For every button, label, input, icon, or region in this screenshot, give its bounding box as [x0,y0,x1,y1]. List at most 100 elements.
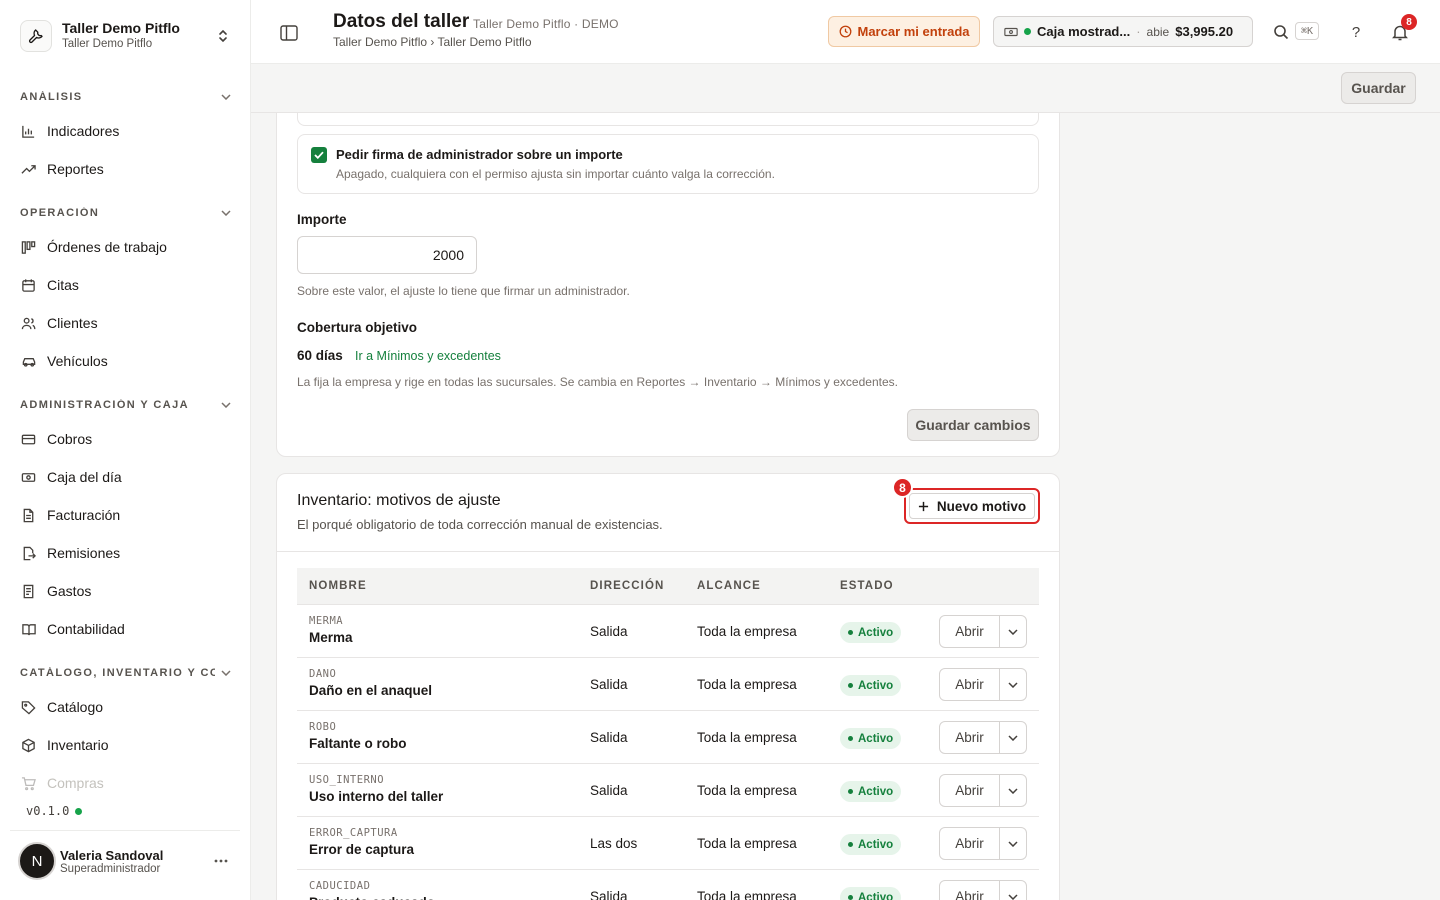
reason-direction: Salida [590,783,628,798]
reason-direction: Salida [590,624,628,639]
sidebar-item-gastos[interactable]: Gastos [10,574,241,608]
reason-code: ERROR_CAPTURA [309,827,398,839]
sidebar-item-remisiones[interactable]: Remisiones [10,536,241,570]
clock-icon [839,25,851,38]
sidebar-item-ordenes[interactable]: Órdenes de trabajo [10,230,241,264]
sidebar-item-citas[interactable]: Citas [10,268,241,302]
sidebar-item-label: Compras [47,775,104,791]
section-administracion[interactable]: ADMINISTRACIÓN Y CAJA [10,390,241,420]
save-button[interactable]: Guardar [1341,72,1416,104]
sidebar-item-caja[interactable]: Caja del día [10,460,241,494]
open-split-button: Abrir [939,774,1027,807]
sidebar-item-contabilidad[interactable]: Contabilidad [10,612,241,646]
notification-badge: 8 [1401,14,1417,30]
open-button[interactable]: Abrir [940,616,1000,647]
open-button[interactable]: Abrir [940,722,1000,753]
sidebar-item-clientes[interactable]: Clientes [10,306,241,340]
page-title: Datos del taller [333,11,470,32]
save-changes-button[interactable]: Guardar cambios [907,409,1039,441]
sidebar-item-label: Citas [47,277,79,293]
section-label: ANÁLISIS [20,91,83,103]
page-subtitle: Taller Demo Pitflo · DEMO [473,17,619,31]
reason-scope: Toda la empresa [697,836,797,851]
table-row[interactable]: ERROR_CAPTURA Error de captura Las dos Toda… [297,817,1039,870]
cash-icon [1004,27,1018,36]
adjustment-reasons-card: Inventario: motivos de ajuste El porqué … [276,473,1060,900]
sidebar-item-label: Remisiones [47,545,121,561]
minimos-link[interactable]: Ir a Mínimos y excedentes [355,349,501,363]
cash-register-button[interactable]: Caja mostrad... · abie $3,995.20 [993,16,1253,47]
open-button[interactable]: Abrir [940,828,1000,859]
column-header-estado: ESTADO [840,580,894,592]
sidebar-item-inventario[interactable]: Inventario [10,728,241,762]
reason-direction: Salida [590,730,628,745]
sidebar-item-vehiculos[interactable]: Vehículos [10,344,241,378]
section-analisis[interactable]: ANÁLISIS [10,82,241,112]
reason-name: Faltante o robo [309,736,407,751]
sidebar-toggle-icon[interactable] [278,22,300,44]
clock-in-button[interactable]: Marcar mi entrada [828,16,980,47]
status-dot [1024,28,1031,35]
card-description: El porqué obligatorio de toda corrección… [297,517,663,532]
sidebar-item-label: Gastos [47,583,92,599]
sidebar-item-catalogo[interactable]: Catálogo [10,690,241,724]
chevron-down-icon[interactable] [1000,722,1026,753]
table-row[interactable]: USO_INTERNO Uso interno del taller Salida T… [297,764,1039,817]
user-menu[interactable]: N Valeria Sandoval Superadministrador [10,838,241,884]
chevron-down-icon[interactable] [1000,669,1026,700]
chevron-down-icon [221,210,231,216]
open-button[interactable]: Abrir [940,775,1000,806]
sidebar-item-indicadores[interactable]: Indicadores [10,114,241,148]
file-icon [20,507,37,524]
chevron-down-icon[interactable] [1000,828,1026,859]
column-header-direccion: DIRECCIÓN [590,580,665,592]
workspace-title: Taller Demo Pitflo [62,20,180,36]
sidebar-item-label: Indicadores [47,123,120,139]
help-icon[interactable]: ? [1346,22,1366,42]
chevron-down-icon[interactable] [1000,775,1026,806]
chevron-down-icon[interactable] [1000,616,1026,647]
reason-name: Error de captura [309,842,415,857]
open-button[interactable]: Abrir [940,669,1000,700]
more-icon[interactable] [209,849,233,873]
admin-signature-checkbox[interactable] [311,147,327,163]
chevron-down-icon[interactable] [1000,881,1026,900]
reason-code: ROBO [309,721,337,733]
table-row[interactable]: ROBO Faltante o robo Salida Toda la empresa… [297,711,1039,764]
receipt-icon [20,583,37,600]
sidebar-item-compras[interactable]: Compras [10,766,241,800]
tag-icon [20,699,37,716]
chevron-updown-icon [215,28,231,44]
status-badge: Activo [840,781,902,802]
open-split-button: Abrir [939,615,1027,648]
amount-input[interactable] [297,236,477,274]
previous-option-box [297,113,1039,126]
status-dot [848,683,853,688]
table-row[interactable]: DANO Daño en el anaquel Salida Toda la empr… [297,658,1039,711]
breadcrumb[interactable]: Taller Demo Pitflo › Taller Demo Pitflo [333,35,532,49]
settings-card: Pedir firma de administrador sobre un im… [276,113,1060,457]
sidebar-item-facturacion[interactable]: Facturación [10,498,241,532]
open-button[interactable]: Abrir [940,881,1000,900]
admin-signature-option[interactable]: Pedir firma de administrador sobre un im… [297,134,1039,194]
sidebar-item-reportes[interactable]: Reportes [10,152,241,186]
search-icon[interactable] [1271,22,1291,42]
coverage-value: 60 días [297,348,343,363]
workspace-switcher[interactable]: Taller Demo Pitflo Taller Demo Pitflo [10,8,241,64]
kanban-icon [20,239,37,256]
status-badge: Activo [840,675,902,696]
section-catalogo[interactable]: CATÁLOGO, INVENTARIO Y CO... [10,658,241,688]
sidebar-item-cobros[interactable]: Cobros [10,422,241,456]
cash-name: Caja mostrad... [1037,24,1131,39]
coverage-help: La fija la empresa y rige en todas las s… [297,375,898,389]
avatar: N [18,842,56,880]
open-split-button: Abrir [939,721,1027,754]
cash-status: abie [1146,24,1170,39]
sidebar-item-label: Catálogo [47,699,104,715]
section-operacion[interactable]: OPERACIÓN [10,198,241,228]
new-reason-button[interactable]: Nuevo motivo [904,488,1040,524]
status-badge: Activo [840,834,902,855]
table-row[interactable]: MERMA Merma Salida Toda la empresa Activo Abr… [297,605,1039,658]
table-row[interactable]: CADUCIDAD Producto caducado Salida Toda la … [297,870,1039,900]
status-badge: Activo [840,728,902,749]
